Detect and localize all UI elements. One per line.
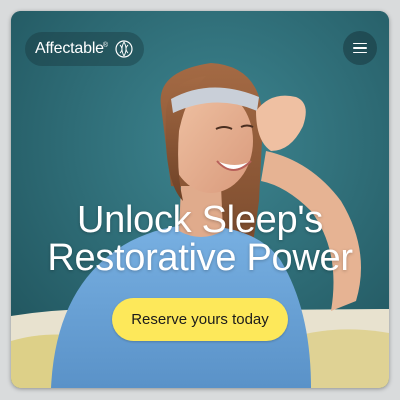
hero-card: Affectable® Unlock Sleep's Restorative P…: [11, 11, 389, 388]
brand-name: Affectable®: [35, 40, 108, 57]
hero-headline: Unlock Sleep's Restorative Power: [11, 201, 389, 277]
leaf-swirl-icon: [115, 40, 133, 58]
headline-line-2: Restorative Power: [47, 237, 353, 279]
headline-line-1: Unlock Sleep's: [77, 199, 323, 241]
brand-logo[interactable]: Affectable®: [25, 32, 144, 66]
reserve-button[interactable]: Reserve yours today: [112, 298, 288, 341]
hamburger-menu-button[interactable]: [343, 31, 377, 65]
hamburger-menu-icon: [353, 42, 367, 45]
